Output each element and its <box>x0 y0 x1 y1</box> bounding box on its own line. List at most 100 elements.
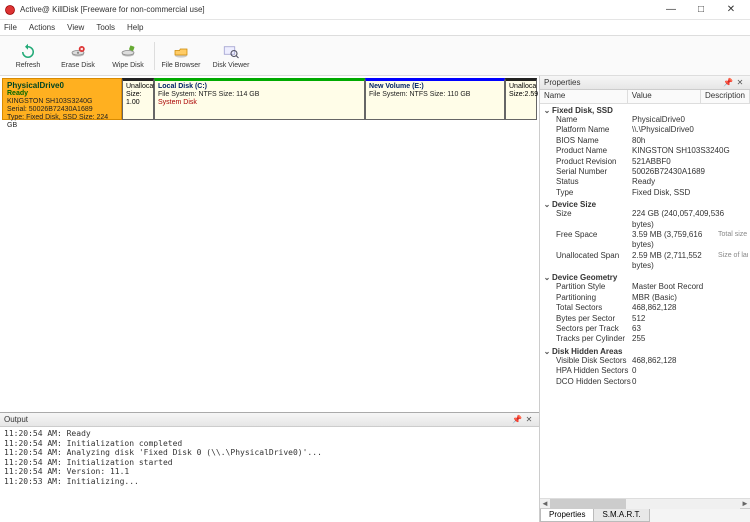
properties-close-button[interactable]: ✕ <box>734 78 746 87</box>
viewer-icon <box>221 43 241 61</box>
properties-panel: Properties 📌 ✕ Name Value Description ⌄F… <box>540 76 750 522</box>
app-icon <box>4 4 16 16</box>
output-pin-button[interactable]: 📌 <box>511 415 523 424</box>
property-row[interactable]: Unallocated Span2.59 MB (2,711,552 bytes… <box>542 251 748 272</box>
toolbar-separator <box>154 42 155 70</box>
properties-hscroll[interactable]: ◄ ► <box>540 498 750 508</box>
property-row[interactable]: DCO Hidden Sectors0 <box>542 377 748 387</box>
log-line: 11:20:54 AM: Initialization started <box>4 458 535 468</box>
maximize-button[interactable]: □ <box>686 1 716 19</box>
property-key: Visible Disk Sectors <box>542 356 632 366</box>
output-title: Output <box>4 415 511 424</box>
property-key: Partition Style <box>542 282 632 292</box>
erase-disk-button[interactable]: Erase Disk <box>54 38 102 74</box>
chevron-down-icon: ⌄ <box>542 200 552 209</box>
property-row[interactable]: PartitioningMBR (Basic) <box>542 293 748 303</box>
col-value[interactable]: Value <box>628 90 701 103</box>
disk-view: PhysicalDrive0 Ready KINGSTON SH103S3240… <box>0 76 539 412</box>
menu-file[interactable]: File <box>4 23 17 32</box>
disk-status: Ready <box>7 90 117 98</box>
property-key: Sectors per Track <box>542 324 632 334</box>
refresh-button[interactable]: Refresh <box>4 38 52 74</box>
property-row[interactable]: Size224 GB (240,057,409,536 bytes) <box>542 209 748 230</box>
property-value: 224 GB (240,057,409,536 bytes) <box>632 209 748 230</box>
property-key: Status <box>542 177 632 187</box>
property-row[interactable]: Free Space3.59 MB (3,759,616 bytes)Total… <box>542 230 748 251</box>
property-value: 468,862,128 <box>632 303 748 313</box>
property-value: 468,862,128 <box>632 356 748 366</box>
property-row[interactable]: Product Revision521ABBF0 <box>542 157 748 167</box>
property-value: \\.\PhysicalDrive0 <box>632 125 748 135</box>
menu-bar: File Actions View Tools Help <box>0 20 750 36</box>
scroll-track[interactable] <box>550 499 740 509</box>
partition-unallocated-left[interactable]: Unallocat Size: 1.00 <box>122 78 154 120</box>
property-key: Free Space <box>542 230 632 251</box>
log-line: 11:20:54 AM: Version: 11.1 <box>4 467 535 477</box>
partition-unallocated-right[interactable]: Unalloca Size:2.59 <box>505 78 537 120</box>
property-row[interactable]: Tracks per Cylinder255 <box>542 334 748 344</box>
col-description[interactable]: Description <box>701 90 750 103</box>
property-row[interactable]: Platform Name\\.\PhysicalDrive0 <box>542 125 748 135</box>
property-row[interactable]: Sectors per Track63 <box>542 324 748 334</box>
menu-view[interactable]: View <box>67 23 84 32</box>
property-key: Partitioning <box>542 293 632 303</box>
toolbar: Refresh Erase Disk Wipe Disk File Browse… <box>0 36 750 76</box>
chevron-down-icon: ⌄ <box>542 273 552 282</box>
property-row[interactable]: Product NameKINGSTON SH103S3240G <box>542 146 748 156</box>
log-line: 11:20:54 AM: Ready <box>4 429 535 439</box>
disk-viewer-button[interactable]: Disk Viewer <box>207 38 255 74</box>
partition-local-c[interactable]: Local Disk (C:) File System: NTFS Size: … <box>154 78 365 120</box>
property-row[interactable]: Bytes per Sector512 <box>542 314 748 324</box>
property-row[interactable]: StatusReady <box>542 177 748 187</box>
property-key: Name <box>542 115 632 125</box>
property-group[interactable]: ⌄Fixed Disk, SSD <box>542 106 748 115</box>
disk-info[interactable]: PhysicalDrive0 Ready KINGSTON SH103S3240… <box>2 78 122 120</box>
scroll-right-button[interactable]: ► <box>740 499 750 508</box>
menu-actions[interactable]: Actions <box>29 23 55 32</box>
properties-pin-button[interactable]: 📌 <box>722 78 734 87</box>
wipe-disk-button[interactable]: Wipe Disk <box>104 38 152 74</box>
menu-tools[interactable]: Tools <box>96 23 115 32</box>
close-button[interactable]: ✕ <box>716 1 746 19</box>
minimize-button[interactable]: — <box>656 1 686 19</box>
property-key: Platform Name <box>542 125 632 135</box>
property-key: Total Sectors <box>542 303 632 313</box>
property-group[interactable]: ⌄Disk Hidden Areas <box>542 347 748 356</box>
property-group[interactable]: ⌄Device Size <box>542 200 748 209</box>
property-row[interactable]: NamePhysicalDrive0 <box>542 115 748 125</box>
property-row[interactable]: Visible Disk Sectors468,862,128 <box>542 356 748 366</box>
wipe-icon <box>118 43 138 61</box>
property-key: Size <box>542 209 632 230</box>
property-row[interactable]: Total Sectors468,862,128 <box>542 303 748 313</box>
property-value: 521ABBF0 <box>632 157 748 167</box>
file-browser-button[interactable]: File Browser <box>157 38 205 74</box>
property-value: 3.59 MB (3,759,616 bytes) <box>632 230 718 251</box>
partition-new-volume[interactable]: New Volume (E:) File System: NTFS Size: … <box>365 78 505 120</box>
property-desc: Total size of a <box>718 230 748 251</box>
log-line: 11:20:53 AM: Initializing... <box>4 477 535 487</box>
scroll-thumb[interactable] <box>550 499 626 509</box>
chevron-down-icon: ⌄ <box>542 347 552 356</box>
property-value: Fixed Disk, SSD <box>632 188 748 198</box>
output-close-button[interactable]: ✕ <box>523 415 535 424</box>
window-controls: — □ ✕ <box>656 1 746 19</box>
property-group[interactable]: ⌄Device Geometry <box>542 273 748 282</box>
col-name[interactable]: Name <box>540 90 628 103</box>
property-row[interactable]: Partition StyleMaster Boot Record <box>542 282 748 292</box>
property-value: 2.59 MB (2,711,552 bytes) <box>632 251 718 272</box>
scroll-left-button[interactable]: ◄ <box>540 499 550 508</box>
property-row[interactable]: TypeFixed Disk, SSD <box>542 188 748 198</box>
property-row[interactable]: BIOS Name80h <box>542 136 748 146</box>
output-panel: Output 📌 ✕ 11:20:54 AM: Ready 11:20:54 A… <box>0 412 539 522</box>
tab-smart[interactable]: S.M.A.R.T. <box>593 509 649 522</box>
disk-type: Type: Fixed Disk, SSD Size: 224 GB <box>7 114 117 130</box>
menu-help[interactable]: Help <box>127 23 143 32</box>
tab-properties[interactable]: Properties <box>540 509 594 522</box>
disk-row[interactable]: PhysicalDrive0 Ready KINGSTON SH103S3240… <box>2 78 537 120</box>
disk-model: KINGSTON SH103S3240G <box>7 98 117 106</box>
property-row[interactable]: HPA Hidden Sectors0 <box>542 366 748 376</box>
property-value: 255 <box>632 334 748 344</box>
property-row[interactable]: Serial Number50026B72430A1689 <box>542 167 748 177</box>
property-key: Product Name <box>542 146 632 156</box>
property-key: BIOS Name <box>542 136 632 146</box>
